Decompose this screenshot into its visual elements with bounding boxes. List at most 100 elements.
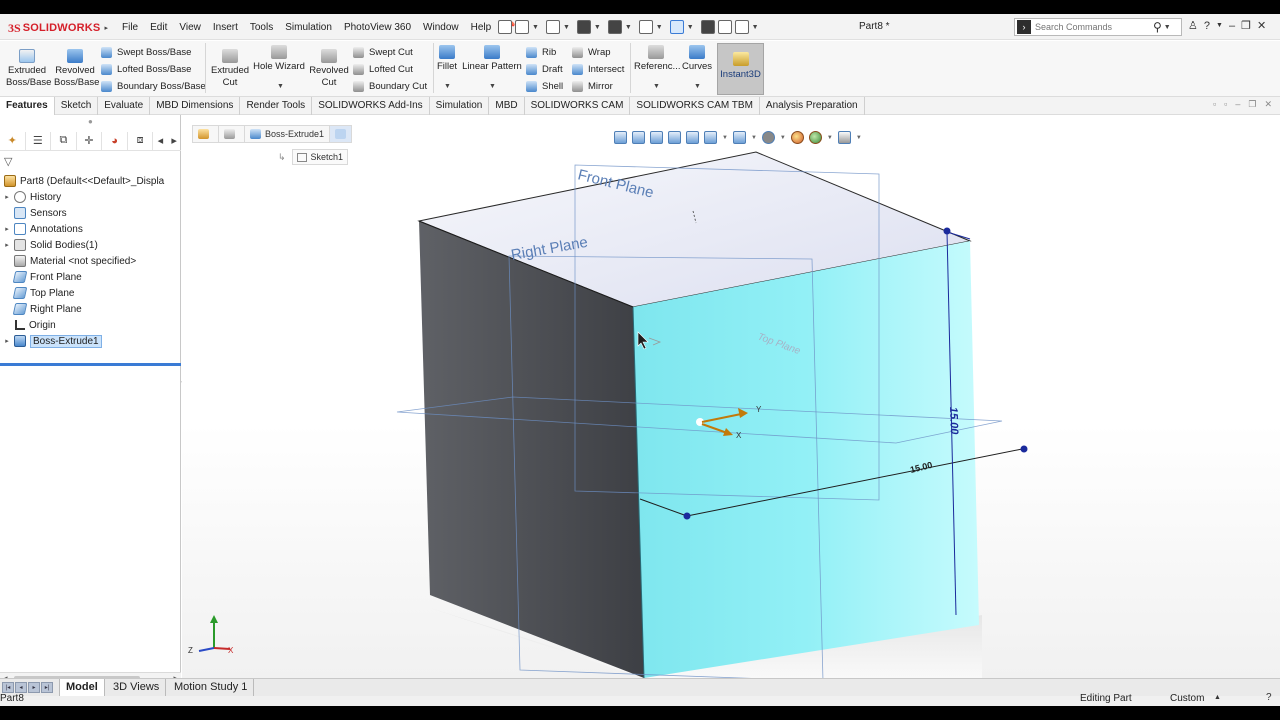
linear-pattern-dropdown-icon[interactable]: ▼ — [489, 83, 496, 90]
tab-render-tools[interactable]: Render Tools — [240, 97, 313, 115]
zoom-to-fit-icon[interactable] — [614, 131, 627, 144]
edit-appearance-icon[interactable] — [790, 131, 804, 144]
panel-next-icon[interactable]: ▸ — [167, 132, 181, 150]
graphics-area[interactable]: Front Plane Right Plane Top Plane 15.00 … — [182, 115, 1280, 678]
swept-boss-button[interactable]: Swept Boss/Base — [101, 45, 191, 59]
display-style-icon[interactable] — [732, 131, 746, 144]
dropdown-icon[interactable]: ▼ — [827, 135, 833, 141]
wrap-button[interactable]: Wrap — [572, 45, 611, 59]
tree-item-origin[interactable]: Origin — [0, 317, 181, 333]
lofted-cut-button[interactable]: Lofted Cut — [353, 62, 413, 76]
tab-sketch[interactable]: Sketch — [55, 97, 99, 115]
tree-item-material[interactable]: Material <not specified> — [0, 253, 181, 269]
home-icon[interactable] — [498, 20, 512, 34]
configurationmanager-tab-icon[interactable]: ⧉ — [51, 131, 77, 150]
instant3d-button[interactable]: Instant3D — [717, 43, 764, 95]
save-icon[interactable] — [576, 20, 591, 34]
tab-mbd[interactable]: MBD — [489, 97, 525, 115]
last-tab-icon[interactable]: ▸| — [41, 682, 53, 693]
extruded-cut-button[interactable]: Extruded Cut — [209, 49, 251, 89]
menu-tools[interactable]: Tools — [244, 22, 279, 33]
mirror-button[interactable]: Mirror — [572, 79, 613, 93]
tab-features[interactable]: Features — [0, 97, 55, 115]
filter-icon[interactable]: ▽ — [4, 155, 12, 168]
propertymanager-tab-icon[interactable]: ☰ — [26, 131, 52, 150]
dropdown-icon[interactable]: ▼ — [780, 135, 786, 141]
intersect-button[interactable]: Intersect — [572, 62, 624, 76]
fillet-dropdown-icon[interactable]: ▼ — [444, 83, 451, 90]
dropdown-icon[interactable]: ▼ — [751, 135, 757, 141]
swept-cut-button[interactable]: Swept Cut — [353, 45, 413, 59]
lofted-boss-button[interactable]: Lofted Boss/Base — [101, 62, 191, 76]
status-help-icon[interactable]: ? — [1266, 692, 1272, 703]
section-view-icon[interactable] — [668, 131, 681, 144]
draft-button[interactable]: Draft — [526, 62, 563, 76]
dropdown-icon[interactable]: ▼ — [722, 135, 728, 141]
expand-icon[interactable]: ▸ — [0, 193, 14, 201]
dynamic-annotation-icon[interactable] — [686, 131, 699, 144]
tab-solidworks-cam[interactable]: SOLIDWORKS CAM — [525, 97, 631, 115]
panel-prev-icon[interactable]: ◂ — [153, 132, 167, 150]
expand-icon[interactable]: ▸ — [0, 337, 14, 345]
menu-simulation[interactable]: Simulation — [279, 22, 338, 33]
hide-show-items-icon[interactable] — [761, 131, 775, 144]
solidworks-logo[interactable]: 3S SOLIDWORKS ▸ — [8, 20, 108, 36]
tree-root-part[interactable]: Part8 (Default<<Default>_Displa — [0, 173, 181, 189]
doc-minimize-icon[interactable]: – — [1235, 99, 1240, 110]
panel-grip[interactable]: ● — [88, 117, 93, 126]
search-input[interactable] — [1035, 22, 1153, 32]
sketch-point[interactable] — [943, 227, 951, 235]
close-icon[interactable]: ✕ — [1257, 19, 1266, 32]
linear-pattern-button[interactable]: Linear Pattern — [462, 45, 522, 73]
doc-restore-icon[interactable]: ❐ — [1248, 99, 1256, 110]
tab-solidworks-add-ins[interactable]: SOLIDWORKS Add-Ins — [312, 97, 430, 115]
first-tab-icon[interactable]: |◂ — [2, 682, 14, 693]
breadcrumb-feature[interactable]: Boss-Extrude1 — [245, 126, 331, 142]
cam-tab-icon[interactable]: ⧈ — [128, 131, 154, 150]
help-dropdown-icon[interactable]: ▼ — [1216, 22, 1223, 29]
options-gear-icon[interactable] — [734, 20, 749, 34]
search-commands[interactable]: › ⚲ ▼ — [1014, 18, 1182, 36]
apply-scene-icon[interactable] — [808, 131, 822, 144]
sketch-point[interactable] — [1020, 445, 1028, 453]
menu-insert[interactable]: Insert — [207, 22, 244, 33]
tree-item-front-plane[interactable]: Front Plane — [0, 269, 181, 285]
expand-icon[interactable]: ▸ — [0, 225, 14, 233]
tree-item-annotations[interactable]: ▸ Annotations — [0, 221, 181, 237]
breadcrumb-face[interactable] — [330, 126, 352, 142]
tab-analysis-preparation[interactable]: Analysis Preparation — [760, 97, 865, 115]
user-icon[interactable]: ♙ — [1188, 19, 1198, 32]
dropdown-icon[interactable]: ▼ — [856, 135, 862, 141]
height-dimension-value[interactable]: 15.00 — [947, 407, 960, 436]
tab-evaluate[interactable]: Evaluate — [98, 97, 151, 115]
cube-front-face-selected[interactable] — [633, 241, 979, 678]
sketch-point[interactable] — [683, 512, 691, 520]
new-document-icon[interactable] — [515, 20, 529, 34]
tree-item-right-plane[interactable]: Right Plane — [0, 301, 181, 317]
menu-file[interactable]: File — [116, 22, 144, 33]
select-icon[interactable] — [669, 20, 684, 34]
rib-button[interactable]: Rib — [526, 45, 556, 59]
tile-icon-2[interactable]: ▫ — [1224, 99, 1227, 110]
help-icon[interactable]: ? — [1204, 20, 1210, 32]
tab-simulation[interactable]: Simulation — [430, 97, 490, 115]
prev-tab-icon[interactable]: ◂ — [15, 682, 27, 693]
revolved-boss-button[interactable]: Revolved Boss/Base — [54, 49, 99, 89]
tile-icon[interactable]: ▫ — [1213, 99, 1216, 110]
tree-item-sensors[interactable]: Sensors — [0, 205, 181, 221]
fillet-button[interactable]: Fillet — [436, 45, 458, 73]
tab-mbd-dimensions[interactable]: MBD Dimensions — [150, 97, 241, 115]
view-settings-icon[interactable] — [837, 131, 851, 144]
open-icon[interactable] — [545, 20, 560, 34]
status-units[interactable]: Custom — [1170, 693, 1204, 704]
tree-item-history[interactable]: ▸ History — [0, 189, 181, 205]
menu-photoview[interactable]: PhotoView 360 — [338, 22, 417, 33]
menu-help[interactable]: Help — [465, 22, 498, 33]
next-tab-icon[interactable]: ▸ — [28, 682, 40, 693]
curves-dropdown-icon[interactable]: ▼ — [694, 83, 701, 90]
boundary-boss-button[interactable]: Boundary Boss/Base — [101, 79, 206, 93]
model-viewport[interactable]: Front Plane Right Plane Top Plane 15.00 … — [182, 115, 1280, 678]
previous-view-icon[interactable] — [650, 131, 663, 144]
breadcrumb-sketch[interactable]: Sketch1 — [291, 149, 349, 165]
zoom-to-area-icon[interactable] — [632, 131, 645, 144]
